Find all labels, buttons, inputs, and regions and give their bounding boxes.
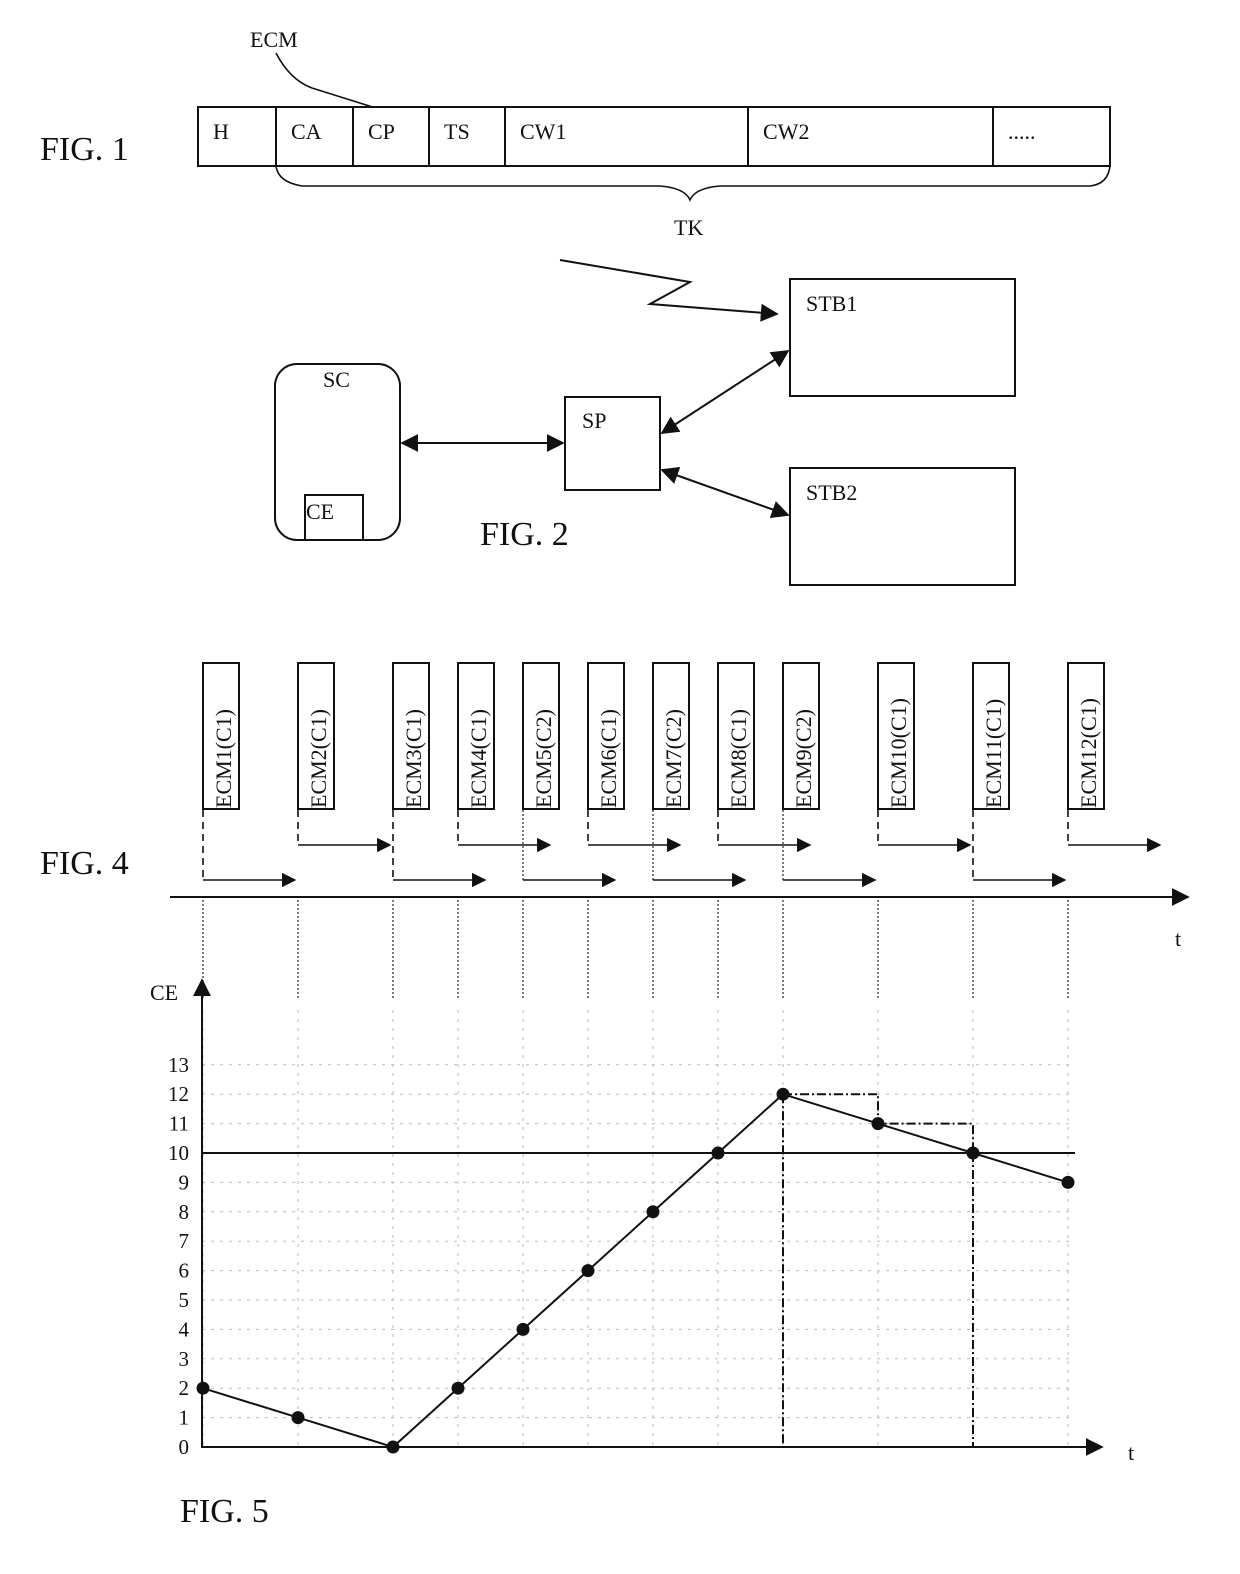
chart-grid: 012345678910111213 bbox=[168, 1010, 1075, 1459]
tk-label: TK bbox=[674, 215, 703, 240]
ecm-sequence: ECM1(C1) ECM2(C1) ECM3(C1) ECM4(C1) ECM5(C2)… bbox=[202, 662, 1162, 1000]
ecm-box-label: ECM6(C1) bbox=[596, 709, 621, 808]
data-point bbox=[451, 1381, 465, 1395]
sp-box bbox=[564, 396, 661, 491]
data-point bbox=[1061, 1175, 1075, 1189]
y-tick-label: 9 bbox=[179, 1170, 190, 1194]
ecm-box-label: ECM3(C1) bbox=[401, 709, 426, 808]
ecm-box-label: ECM5(C2) bbox=[531, 709, 556, 808]
sp-stb1-link-arrow bbox=[660, 350, 790, 434]
data-point bbox=[581, 1264, 595, 1278]
ecm-message: ECM1(C1) bbox=[202, 662, 297, 1000]
packet-cell-label: CW1 bbox=[520, 119, 566, 144]
time-axis-label: t bbox=[1175, 926, 1181, 951]
packet-cell-label: CW2 bbox=[763, 119, 809, 144]
patent-figures: FIG. 1 ECM H CA CP TS CW1 CW2..... TK SC CE S… bbox=[40, 27, 1190, 1530]
fig5-label: FIG. 5 bbox=[180, 1493, 269, 1530]
fig5: 012345678910111213 CE t FIG. 5 bbox=[150, 978, 1134, 1530]
ecm-packet: H CA CP TS CW1 CW2..... bbox=[197, 106, 1111, 167]
packet-cell-label: ..... bbox=[1008, 119, 1036, 144]
data-point bbox=[711, 1146, 725, 1160]
ecm-box-label: ECM10(C1) bbox=[886, 698, 911, 808]
ecm-box-label: ECM11(C1) bbox=[981, 699, 1006, 808]
fig2: SC CE SP STB1 STB2 FIG. 2 bbox=[274, 259, 1016, 586]
ecm-box-label: ECM12(C1) bbox=[1076, 698, 1101, 808]
y-tick-label: 5 bbox=[179, 1288, 190, 1312]
x-axis-label: t bbox=[1128, 1440, 1134, 1465]
packet-cell-label: CP bbox=[368, 119, 395, 144]
data-point bbox=[646, 1205, 660, 1219]
sp-label: SP bbox=[582, 408, 606, 433]
tk-brace bbox=[275, 165, 1111, 203]
packet-cell-label: H bbox=[213, 119, 229, 144]
ecm-box-label: ECM8(C1) bbox=[726, 709, 751, 808]
ecm-box-label: ECM1(C1) bbox=[211, 709, 236, 808]
data-point bbox=[516, 1322, 530, 1336]
ecm-message: ECM12(C1) bbox=[1067, 662, 1162, 1000]
y-axis-label: CE bbox=[150, 980, 178, 1005]
ecm-box-label: ECM7(C2) bbox=[661, 709, 686, 808]
ecm-leader-line bbox=[275, 52, 383, 111]
ecm-box-label: ECM4(C1) bbox=[466, 709, 491, 808]
ecm-message: ECM10(C1) bbox=[877, 662, 972, 1000]
y-tick-label: 7 bbox=[179, 1229, 190, 1253]
ecm-message: ECM11(C1) bbox=[972, 662, 1067, 1000]
fig4-label: FIG. 4 bbox=[40, 845, 129, 882]
fig2-label: FIG. 2 bbox=[480, 516, 569, 553]
packet-cell-label: TS bbox=[444, 119, 470, 144]
y-tick-label: 12 bbox=[168, 1082, 189, 1106]
stb1-label: STB1 bbox=[806, 291, 857, 316]
ce-label: CE bbox=[306, 499, 334, 524]
sc-label: SC bbox=[323, 367, 350, 392]
y-tick-label: 13 bbox=[168, 1053, 189, 1077]
data-point bbox=[966, 1146, 980, 1160]
y-tick-label: 3 bbox=[179, 1347, 190, 1371]
y-tick-label: 4 bbox=[179, 1317, 190, 1341]
packet-cell-h bbox=[197, 106, 277, 167]
data-point bbox=[776, 1087, 790, 1101]
stb2-label: STB2 bbox=[806, 480, 857, 505]
y-tick-label: 10 bbox=[168, 1141, 189, 1165]
y-tick-label: 0 bbox=[179, 1435, 190, 1459]
fig1: FIG. 1 ECM H CA CP TS CW1 CW2..... TK bbox=[40, 27, 1111, 240]
data-point bbox=[291, 1411, 305, 1425]
ecm-box-label: ECM9(C2) bbox=[791, 709, 816, 808]
ecm-box-label: ECM2(C1) bbox=[306, 709, 331, 808]
broadcast-signal-icon bbox=[559, 259, 779, 322]
ecm-message: ECM2(C1) bbox=[297, 662, 392, 1000]
y-tick-label: 11 bbox=[169, 1112, 189, 1136]
packet-cell-label: CA bbox=[291, 119, 322, 144]
ecm-message: ECM9(C2) bbox=[782, 662, 877, 1000]
sp-stb2-link-arrow bbox=[660, 466, 790, 519]
fig4: FIG. 4 ECM1(C1) ECM2(C1) ECM3(C1) ECM4(C1) E… bbox=[40, 662, 1190, 1000]
ecm-label: ECM bbox=[250, 27, 298, 52]
y-tick-label: 2 bbox=[179, 1376, 190, 1400]
y-tick-label: 6 bbox=[179, 1259, 190, 1283]
y-tick-label: 1 bbox=[179, 1406, 190, 1430]
fig1-label: FIG. 1 bbox=[40, 131, 129, 168]
data-point bbox=[871, 1117, 885, 1131]
y-tick-label: 8 bbox=[179, 1200, 190, 1224]
